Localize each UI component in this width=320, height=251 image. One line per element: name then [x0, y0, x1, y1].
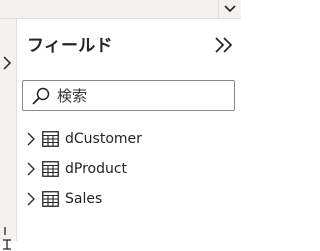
pane-title: フィールド — [27, 36, 113, 56]
fields-pane: フィールド dCustomer dProduct Sales — [17, 19, 241, 241]
table-icon — [42, 161, 59, 177]
chevron-right-icon[interactable] — [1, 56, 13, 70]
vertical-pane-label-fragment — [3, 227, 11, 250]
field-label: dProduct — [65, 161, 128, 177]
top-toolbar-strip — [0, 0, 241, 19]
table-icon — [42, 191, 59, 207]
chevron-right-icon[interactable] — [26, 132, 36, 146]
field-row-dcustomer[interactable]: dCustomer — [26, 128, 226, 150]
collapsed-pane-strip — [0, 19, 17, 250]
chevron-right-icon[interactable] — [26, 162, 36, 176]
field-row-dproduct[interactable]: dProduct — [26, 158, 226, 180]
field-row-sales[interactable]: Sales — [26, 188, 226, 210]
chevron-right-icon[interactable] — [26, 192, 36, 206]
chevron-down-icon[interactable] — [218, 0, 241, 18]
double-chevron-right-icon[interactable] — [213, 35, 235, 55]
search-box[interactable] — [22, 80, 235, 111]
field-label: Sales — [65, 191, 103, 207]
field-label: dCustomer — [65, 131, 142, 147]
table-icon — [42, 131, 59, 147]
search-input[interactable] — [57, 86, 227, 105]
search-icon — [32, 87, 50, 105]
